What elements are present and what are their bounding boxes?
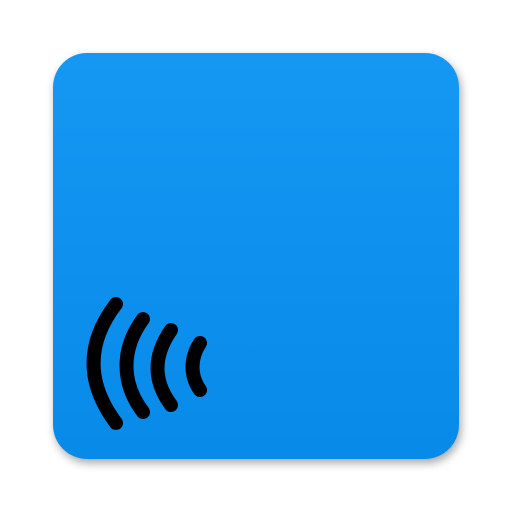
signal-wave-3 — [150, 323, 178, 412]
wireless-signal-icon — [86, 297, 207, 430]
signal-waves — [86, 297, 207, 430]
icon-canvas — [0, 0, 512, 512]
signal-wave-2 — [119, 312, 150, 419]
signal-wave-outer — [86, 297, 123, 430]
app-icon-tile[interactable] — [53, 53, 459, 459]
signal-wave-inner — [185, 336, 207, 397]
